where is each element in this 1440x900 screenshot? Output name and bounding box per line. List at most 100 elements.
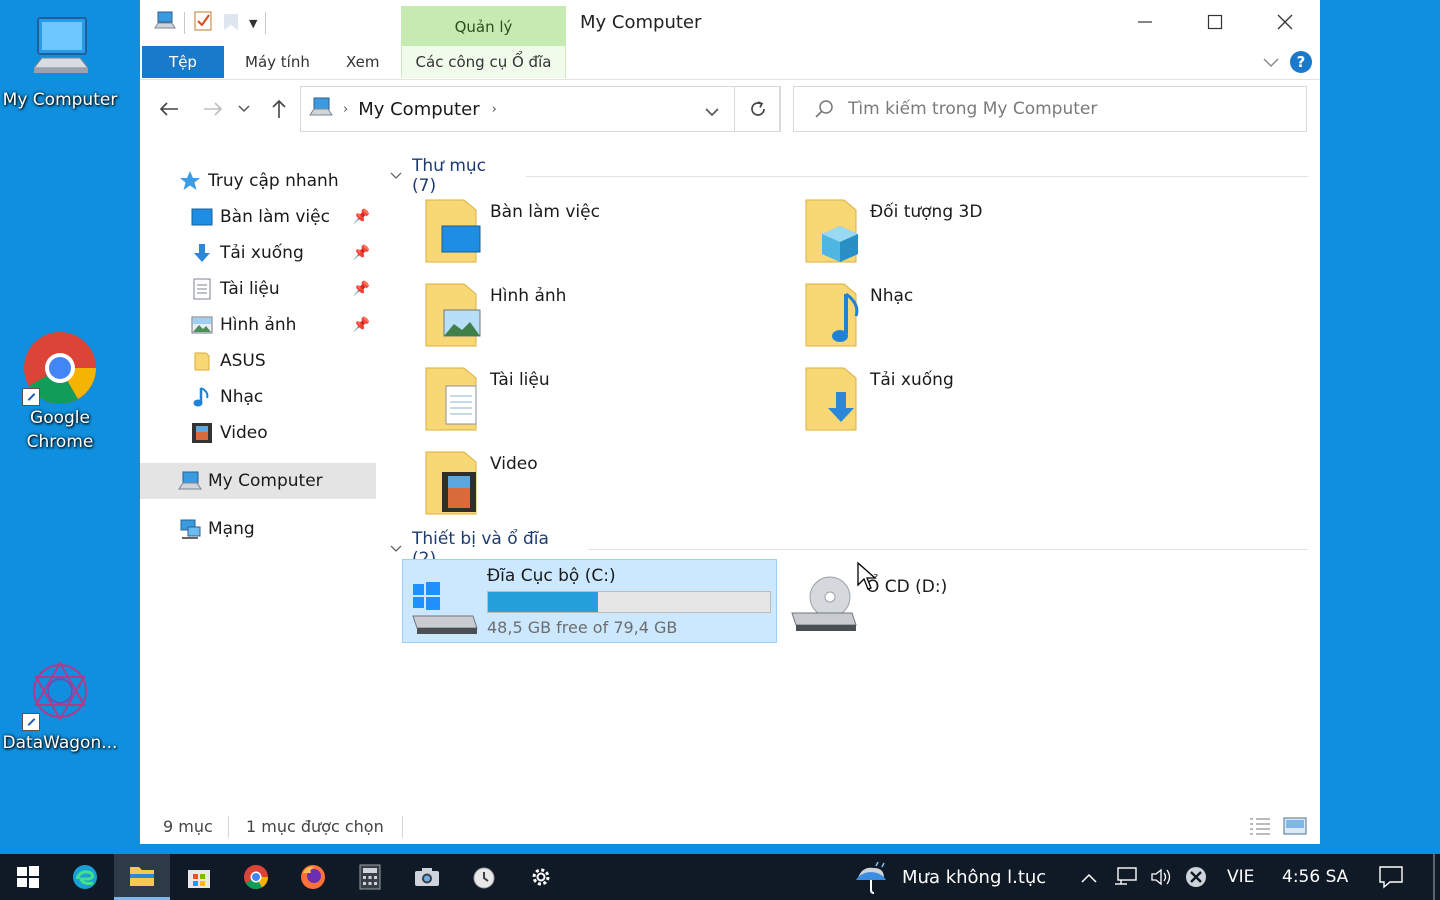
content-pane: Thư mục (7) Bàn làm việc Đối tượng 3D Hì… (378, 140, 1320, 810)
taskbar-camera[interactable] (399, 854, 455, 900)
computer-small-icon[interactable] (154, 11, 176, 35)
taskbar: Mưa không l.tục VIE 4:56 SA (0, 854, 1440, 900)
folder-desktop[interactable]: Bàn làm việc (418, 196, 778, 276)
tab-computer[interactable]: Máy tính (245, 46, 310, 78)
taskbar-settings[interactable] (513, 854, 569, 900)
show-desktop-strip[interactable] (1433, 854, 1435, 900)
minimize-icon (1138, 21, 1152, 23)
start-button[interactable] (0, 854, 56, 900)
ribbon-tabs: Tệp Máy tính Xem Các công cụ Ổ đĩa ? (140, 46, 1320, 80)
sidebar-item-quick-access[interactable]: Truy cập nhanh (140, 163, 376, 199)
new-folder-icon[interactable] (221, 10, 241, 36)
customize-toolbar-chevron-icon[interactable]: ▼ (249, 17, 257, 30)
taskbar-store[interactable] (171, 854, 227, 900)
pin-icon[interactable]: 📌 (353, 209, 370, 225)
sidebar-item-videos[interactable]: Video (140, 415, 376, 451)
breadcrumb-separator-icon[interactable]: › (343, 102, 348, 117)
title-bar: ▼ Quản lý My Computer (140, 0, 1320, 46)
vpn-disconnected-icon[interactable] (1184, 865, 1208, 893)
sidebar-item-asus[interactable]: ASUS (140, 343, 376, 379)
drive-free-space: 48,5 GB free of 79,4 GB (487, 618, 678, 637)
minimize-button[interactable] (1110, 0, 1180, 44)
group-divider (587, 548, 1308, 550)
address-bar[interactable]: › My Computer › (300, 86, 780, 132)
tab-view[interactable]: Xem (346, 46, 379, 78)
properties-icon[interactable] (193, 10, 213, 36)
folder-3d-objects[interactable]: Đối tượng 3D (798, 196, 1158, 276)
folder-documents[interactable]: Tài liệu (418, 364, 778, 444)
sidebar-item-pictures[interactable]: Hình ảnh 📌 (140, 307, 376, 343)
computer-icon (178, 469, 202, 493)
store-icon (188, 870, 210, 888)
recent-locations-button[interactable] (234, 94, 254, 124)
desktop-icon-datawagon[interactable]: DataWagon... (0, 655, 120, 755)
up-arrow-icon (272, 99, 286, 118)
taskbar-firefox[interactable] (285, 854, 341, 900)
folder-music[interactable]: Nhạc (798, 280, 1158, 360)
breadcrumb-item-my-computer[interactable]: My Computer (358, 99, 479, 120)
pin-icon[interactable]: 📌 (353, 281, 370, 297)
taskbar-calculator[interactable] (342, 854, 398, 900)
pin-icon[interactable]: 📌 (353, 245, 370, 261)
sidebar-item-network[interactable]: Mạng (140, 511, 376, 547)
windows-drive-icon (412, 582, 478, 634)
search-box[interactable] (793, 86, 1307, 132)
folder-pictures[interactable]: Hình ảnh (418, 280, 778, 360)
folder-name: Đối tượng 3D (870, 202, 983, 222)
sidebar-item-desktop[interactable]: Bàn làm việc 📌 (140, 199, 376, 235)
tab-file[interactable]: Tệp (142, 46, 224, 78)
desktop-icon-google-chrome[interactable]: Google Chrome (0, 330, 120, 454)
sidebar-item-documents[interactable]: Tài liệu 📌 (140, 271, 376, 307)
pin-icon[interactable]: 📌 (353, 317, 370, 333)
windows-logo-icon (17, 866, 39, 888)
folder-videos[interactable]: Video (418, 448, 778, 528)
file-explorer-icon (130, 866, 154, 886)
status-divider (228, 816, 229, 838)
weather-rain-icon[interactable] (852, 860, 892, 898)
sidebar-item-music[interactable]: Nhạc (140, 379, 376, 415)
details-view-icon[interactable] (1248, 816, 1272, 840)
folder-downloads[interactable]: Tải xuống (798, 364, 1158, 444)
taskbar-alarms-clock[interactable] (456, 854, 512, 900)
back-button[interactable] (154, 94, 184, 124)
document-icon (190, 277, 214, 301)
input-language[interactable]: VIE (1227, 867, 1254, 887)
search-input[interactable] (848, 99, 1288, 119)
volume-icon[interactable] (1149, 866, 1173, 892)
show-hidden-icons-chevron-icon[interactable] (1080, 869, 1098, 888)
datawagon-icon (22, 655, 98, 731)
taskbar-chrome[interactable] (228, 854, 284, 900)
help-button[interactable]: ? (1290, 51, 1312, 73)
desktop-folder-icon (425, 199, 481, 263)
chrome-icon (244, 865, 268, 890)
status-item-count: 9 mục (163, 817, 213, 836)
expand-ribbon-chevron-icon[interactable] (1262, 54, 1280, 73)
maximize-button[interactable] (1180, 0, 1250, 44)
network-status-icon[interactable] (1113, 866, 1139, 892)
close-button[interactable] (1250, 0, 1320, 44)
drive-c[interactable]: Đĩa Cục bộ (C:) 48,5 GB free of 79,4 GB (402, 559, 777, 643)
large-icons-view-icon[interactable] (1283, 816, 1307, 840)
weather-text[interactable]: Mưa không l.tục (902, 867, 1046, 888)
sidebar-item-label: Mạng (208, 519, 255, 539)
breadcrumb-separator-icon[interactable]: › (492, 102, 497, 117)
tab-drive-tools[interactable]: Các công cụ Ổ đĩa (401, 46, 566, 78)
system-clock[interactable]: 4:56 SA (1282, 867, 1348, 887)
desktop-icon-my-computer[interactable]: My Computer (0, 12, 120, 112)
taskbar-edge[interactable] (57, 854, 113, 900)
up-button[interactable] (264, 94, 294, 124)
sidebar-item-downloads[interactable]: Tải xuống 📌 (140, 235, 376, 271)
picture-icon (190, 313, 214, 337)
toolbar-separator (184, 12, 185, 34)
refresh-button[interactable] (734, 86, 781, 132)
forward-button[interactable] (198, 94, 228, 124)
drive-d[interactable]: Ổ CD (D:) (782, 559, 1082, 643)
navigation-pane: Truy cập nhanh Bàn làm việc 📌 Tải xuống … (140, 150, 376, 810)
sidebar-item-my-computer[interactable]: My Computer (140, 463, 376, 499)
taskbar-file-explorer[interactable] (114, 854, 170, 900)
group-header-folders[interactable]: Thư mục (7) (390, 156, 1308, 196)
window-title: My Computer (580, 12, 702, 33)
action-center-icon[interactable] (1378, 865, 1404, 893)
address-history-dropdown[interactable] (705, 101, 719, 122)
sidebar-item-label: Nhạc (220, 387, 264, 407)
